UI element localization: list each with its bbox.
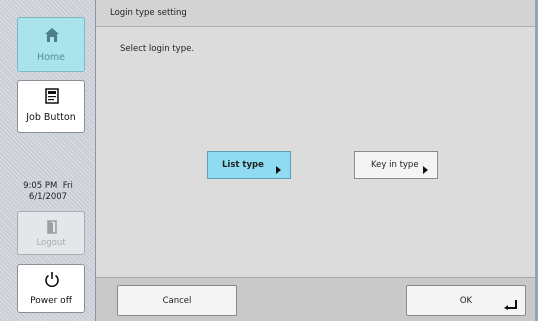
power-off-button[interactable]: Power off: [17, 264, 85, 313]
power-icon: [45, 272, 59, 287]
job-button-icon: [45, 88, 59, 104]
home-label: Home: [36, 52, 66, 63]
arrow-right-icon: [423, 166, 428, 174]
list-type-button[interactable]: List type: [207, 151, 291, 179]
screen-title: Login type setting: [110, 8, 187, 18]
instruction-text: Select login type.: [120, 44, 195, 54]
job-button-label: Job Button: [26, 112, 76, 123]
clock: 9:05 PM Fri 6/1/2007: [2, 181, 94, 203]
main-panel: Login type setting Select login type. Li…: [96, 0, 538, 321]
cancel-label: Cancel: [162, 296, 192, 306]
key-in-type-label: Key in type: [371, 160, 419, 170]
ok-button[interactable]: OK: [406, 285, 526, 316]
title-bar: Login type setting: [96, 0, 538, 27]
list-type-label: List type: [222, 160, 264, 170]
clock-time: 9:05 PM Fri: [23, 181, 73, 191]
logout-door-icon: [47, 220, 57, 234]
job-button[interactable]: Job Button: [17, 80, 85, 133]
sidebar: Home Job Button 9:05 PM Fri 6/1/2007 Log…: [0, 0, 96, 321]
arrow-right-icon: [276, 166, 281, 174]
power-off-label: Power off: [30, 296, 72, 306]
logout-button[interactable]: Logout: [17, 211, 85, 255]
logout-label: Logout: [36, 238, 66, 248]
home-icon: [45, 28, 59, 42]
action-bar: Cancel OK: [96, 277, 538, 321]
home-button[interactable]: Home: [17, 17, 85, 72]
cancel-button[interactable]: Cancel: [117, 285, 237, 316]
enter-icon: [504, 300, 517, 310]
clock-date: 6/1/2007: [28, 192, 68, 202]
key-in-type-button[interactable]: Key in type: [354, 151, 438, 179]
